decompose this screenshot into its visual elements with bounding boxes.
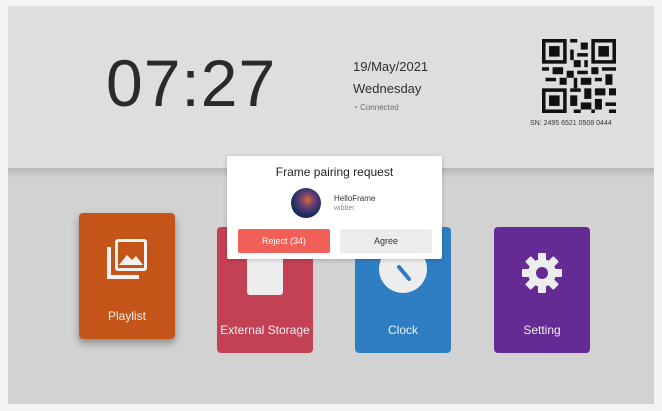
pairing-dialog: Frame pairing request HelloFrame wibber …	[227, 156, 442, 259]
device-name: HelloFrame	[334, 194, 376, 203]
serial-number: SN: 2495 6521 0508 0444	[530, 120, 612, 127]
setting-label: Setting	[523, 323, 561, 337]
device-user: wibber	[334, 205, 355, 212]
connection-status: ◔ Connected	[353, 103, 399, 112]
gear-icon	[522, 253, 562, 293]
qr-code	[542, 39, 616, 113]
status-panel: 07:27 19/May/2021 Wednesday ◔ Connected	[8, 6, 654, 178]
photo-gallery-icon	[107, 239, 147, 279]
reject-button[interactable]: Reject (34)	[238, 229, 330, 253]
clock-label: Clock	[387, 323, 418, 337]
playlist-label: Playlist	[107, 309, 146, 323]
date-text: 19/May/2021	[353, 59, 429, 74]
clock-time: 07:27	[106, 46, 277, 120]
connection-label: Connected	[360, 103, 399, 112]
wifi-icon: ◔	[353, 103, 361, 112]
avatar	[291, 188, 321, 218]
agree-button[interactable]: Agree	[340, 229, 432, 253]
setting-tile[interactable]: Setting	[494, 227, 590, 353]
external-storage-label: External Storage	[220, 323, 310, 337]
dialog-title: Frame pairing request	[275, 165, 394, 179]
playlist-tile[interactable]: Playlist	[79, 213, 175, 339]
weekday-text: Wednesday	[353, 81, 422, 96]
